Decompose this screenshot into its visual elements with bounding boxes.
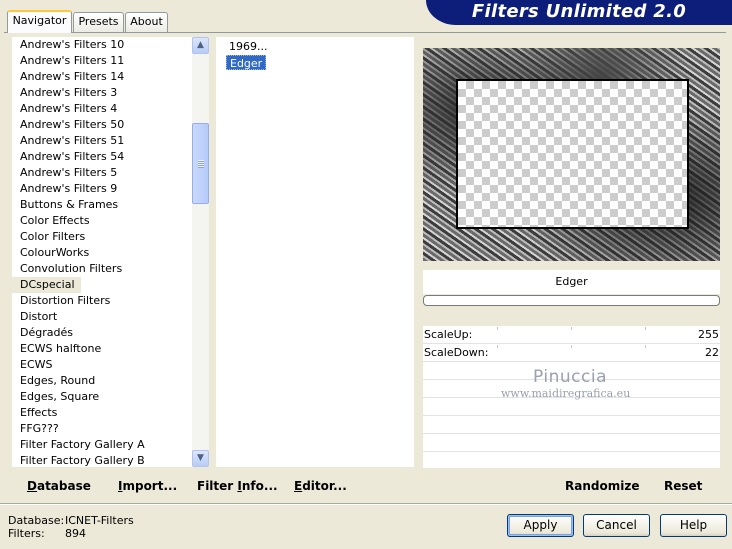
category-item[interactable]: Andrew's Filters 4 [12, 101, 192, 117]
scroll-up-button[interactable]: ▲ [192, 37, 209, 54]
param-row-scaledown[interactable]: ScaleDown: 22 [423, 344, 720, 362]
filter-info-button[interactable]: Filter Info... [197, 479, 278, 493]
category-item[interactable]: Dégradés [12, 325, 192, 341]
preview-image [423, 48, 720, 261]
filters-count-info: Filters: 894 [8, 527, 86, 540]
category-scrollbar[interactable]: ▲ ▼ [192, 37, 209, 467]
category-item[interactable]: Effects [12, 405, 192, 421]
randomize-button[interactable]: Randomize [565, 479, 639, 493]
category-item[interactable]: Edges, Square [12, 389, 192, 405]
tab-presets[interactable]: Presets [73, 12, 124, 32]
progress-bar [423, 295, 720, 306]
tab-navigator[interactable]: Navigator [7, 10, 72, 33]
category-item[interactable]: Edges, Round [12, 373, 192, 389]
param-row-empty [423, 398, 720, 416]
app-title: Filters Unlimited 2.0 [471, 1, 687, 22]
param-label: ScaleUp: [424, 328, 473, 341]
category-item[interactable]: Andrew's Filters 9 [12, 181, 192, 197]
grip-icon [198, 160, 204, 168]
category-item[interactable]: Andrew's Filters 10 [12, 37, 192, 53]
category-item[interactable]: Buttons & Frames [12, 197, 192, 213]
param-row-empty [423, 452, 720, 470]
separator [0, 503, 732, 505]
category-item[interactable]: Convolution Filters [12, 261, 192, 277]
category-item[interactable]: Andrew's Filters 54 [12, 149, 192, 165]
title-banner: Filters Unlimited 2.0 [426, 0, 732, 25]
param-row-empty [423, 416, 720, 434]
reset-button[interactable]: Reset [664, 479, 702, 493]
category-item[interactable]: Andrew's Filters 14 [12, 69, 192, 85]
transparent-area [456, 79, 689, 229]
navigator-toolbar: Database Import... Filter Info... Editor… [12, 470, 415, 498]
slider-tick [645, 327, 646, 330]
category-item[interactable]: ECWS [12, 357, 192, 373]
param-row-empty [423, 434, 720, 452]
import-button[interactable]: Import... [118, 479, 177, 493]
category-item[interactable]: Filter Factory Gallery A [12, 437, 192, 453]
category-item[interactable]: Distortion Filters [12, 293, 192, 309]
category-item[interactable]: ECWS halftone [12, 341, 192, 357]
category-item[interactable]: Color Filters [12, 229, 192, 245]
slider-tick [571, 327, 572, 330]
filter-item-selected[interactable]: Edger [226, 55, 267, 70]
apply-button[interactable]: Apply [507, 514, 574, 537]
scroll-thumb[interactable] [192, 123, 209, 204]
filter-list[interactable]: 1969... Edger [216, 37, 414, 467]
category-item[interactable]: Andrew's Filters 50 [12, 117, 192, 133]
category-item-selected[interactable]: DCspecial [12, 277, 81, 293]
category-item[interactable]: Andrew's Filters 3 [12, 85, 192, 101]
category-item[interactable]: Andrew's Filters 5 [12, 165, 192, 181]
param-value: 22 [705, 346, 719, 359]
param-value: 255 [698, 328, 719, 341]
param-label: ScaleDown: [424, 346, 489, 359]
database-info: Database:ICNET-Filters [8, 514, 134, 527]
slider-tick [571, 345, 572, 348]
category-item[interactable]: ColourWorks [12, 245, 192, 261]
editor-button[interactable]: Editor... [294, 479, 347, 493]
param-row-scaleup[interactable]: ScaleUp: 255 [423, 326, 720, 344]
preview-toolbar: Randomize Reset [422, 470, 720, 498]
category-item[interactable]: Filter Factory Gallery B [12, 453, 192, 467]
slider-tick [645, 345, 646, 348]
cancel-button[interactable]: Cancel [583, 514, 650, 537]
database-button[interactable]: Database [27, 479, 91, 493]
category-item[interactable]: Andrew's Filters 11 [12, 53, 192, 69]
tab-panel-border [4, 32, 726, 33]
category-item[interactable]: Distort [12, 309, 192, 325]
tab-about[interactable]: About [125, 12, 168, 32]
filter-name-label: Edger [423, 270, 720, 294]
scroll-down-button[interactable]: ▼ [192, 450, 209, 467]
category-item[interactable]: FFG??? [12, 421, 192, 437]
filter-item[interactable]: 1969... [226, 39, 270, 54]
watermark-name: Pinuccia [533, 367, 607, 387]
watermark-url: www.maidiregrafica.eu [501, 387, 631, 400]
category-list[interactable]: Andrew's Filters 10 Andrew's Filters 11 … [12, 37, 192, 467]
slider-tick [497, 327, 498, 330]
category-item[interactable]: Andrew's Filters 51 [12, 133, 192, 149]
help-button[interactable]: Help [660, 514, 727, 537]
category-item[interactable]: Color Effects [12, 213, 192, 229]
slider-tick [497, 345, 498, 348]
